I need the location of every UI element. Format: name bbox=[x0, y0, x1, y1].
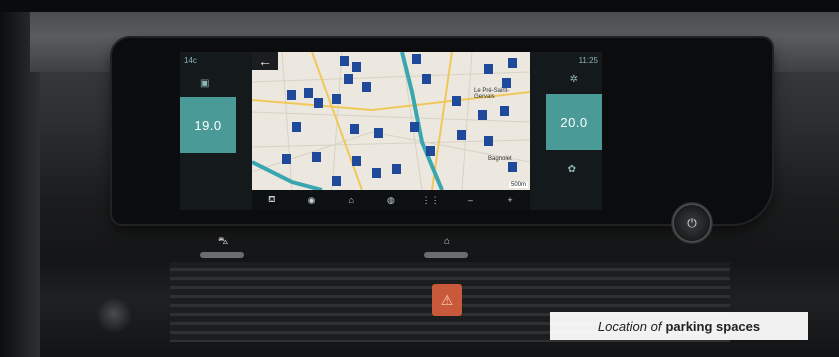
car-dashboard-photo: 14c ▣ 19.0 Le Pré-Saint-Gervais Bagnolet… bbox=[0, 0, 839, 357]
caption-emphasis: parking spaces bbox=[665, 318, 761, 334]
navigation-map[interactable]: Le Pré-Saint-Gervais Bagnolet ← 500m bbox=[252, 52, 530, 190]
right-climate-panel: 11:25 ✲ 20.0 ✿ bbox=[530, 52, 602, 210]
map-scale: 500m bbox=[508, 182, 528, 188]
arrow-left-icon: ← bbox=[258, 53, 272, 69]
back-button[interactable]: ← bbox=[252, 52, 278, 70]
screen-bottom-bar: ⛾ ◉ ⌂ ◍ ⋮⋮ – + bbox=[252, 190, 530, 210]
left-temp-display[interactable]: 19.0 bbox=[180, 97, 236, 153]
fan-icon[interactable]: ⋮⋮ bbox=[420, 195, 442, 206]
right-temp-display[interactable]: 20.0 bbox=[546, 94, 602, 150]
car-icon: ⛍ bbox=[218, 236, 229, 247]
media-icon[interactable]: ◍ bbox=[380, 195, 402, 206]
recirculation-icon[interactable]: ✿ bbox=[568, 164, 576, 175]
hazard-button[interactable]: ⚠ bbox=[432, 284, 462, 316]
fan-speed-icon[interactable]: ✲ bbox=[570, 74, 578, 85]
power-icon: ⏻ bbox=[687, 215, 697, 230]
map-label: Le Pré-Saint-Gervais bbox=[474, 88, 510, 100]
hazard-icon: ⚠ bbox=[440, 291, 454, 308]
power-button[interactable]: ⏻ bbox=[671, 202, 713, 244]
caption-banner: Location of parking spaces bbox=[550, 312, 808, 340]
home-icon[interactable]: ⌂ bbox=[340, 195, 362, 205]
car-menu-button[interactable] bbox=[200, 252, 244, 258]
seat-icon[interactable]: ▣ bbox=[200, 78, 209, 89]
nav-icon[interactable]: ◉ bbox=[301, 195, 323, 206]
clock: 11:25 bbox=[578, 56, 598, 65]
home-hardware-icon: ⌂ bbox=[444, 236, 451, 247]
left-climate-panel: 14c ▣ 19.0 bbox=[180, 52, 252, 210]
home-hardware-button[interactable] bbox=[424, 252, 468, 258]
plus-button[interactable]: + bbox=[499, 195, 521, 205]
map-label: Bagnolet bbox=[488, 156, 512, 162]
vent-knob[interactable] bbox=[96, 296, 132, 332]
infotainment-screen: 14c ▣ 19.0 Le Pré-Saint-Gervais Bagnolet… bbox=[180, 52, 602, 210]
minus-button[interactable]: – bbox=[459, 195, 481, 205]
outside-temp: 14c bbox=[184, 56, 197, 65]
parking-icon[interactable]: ⛾ bbox=[261, 194, 283, 206]
caption-prefix: Location of bbox=[597, 318, 662, 334]
map-canvas bbox=[252, 52, 530, 190]
